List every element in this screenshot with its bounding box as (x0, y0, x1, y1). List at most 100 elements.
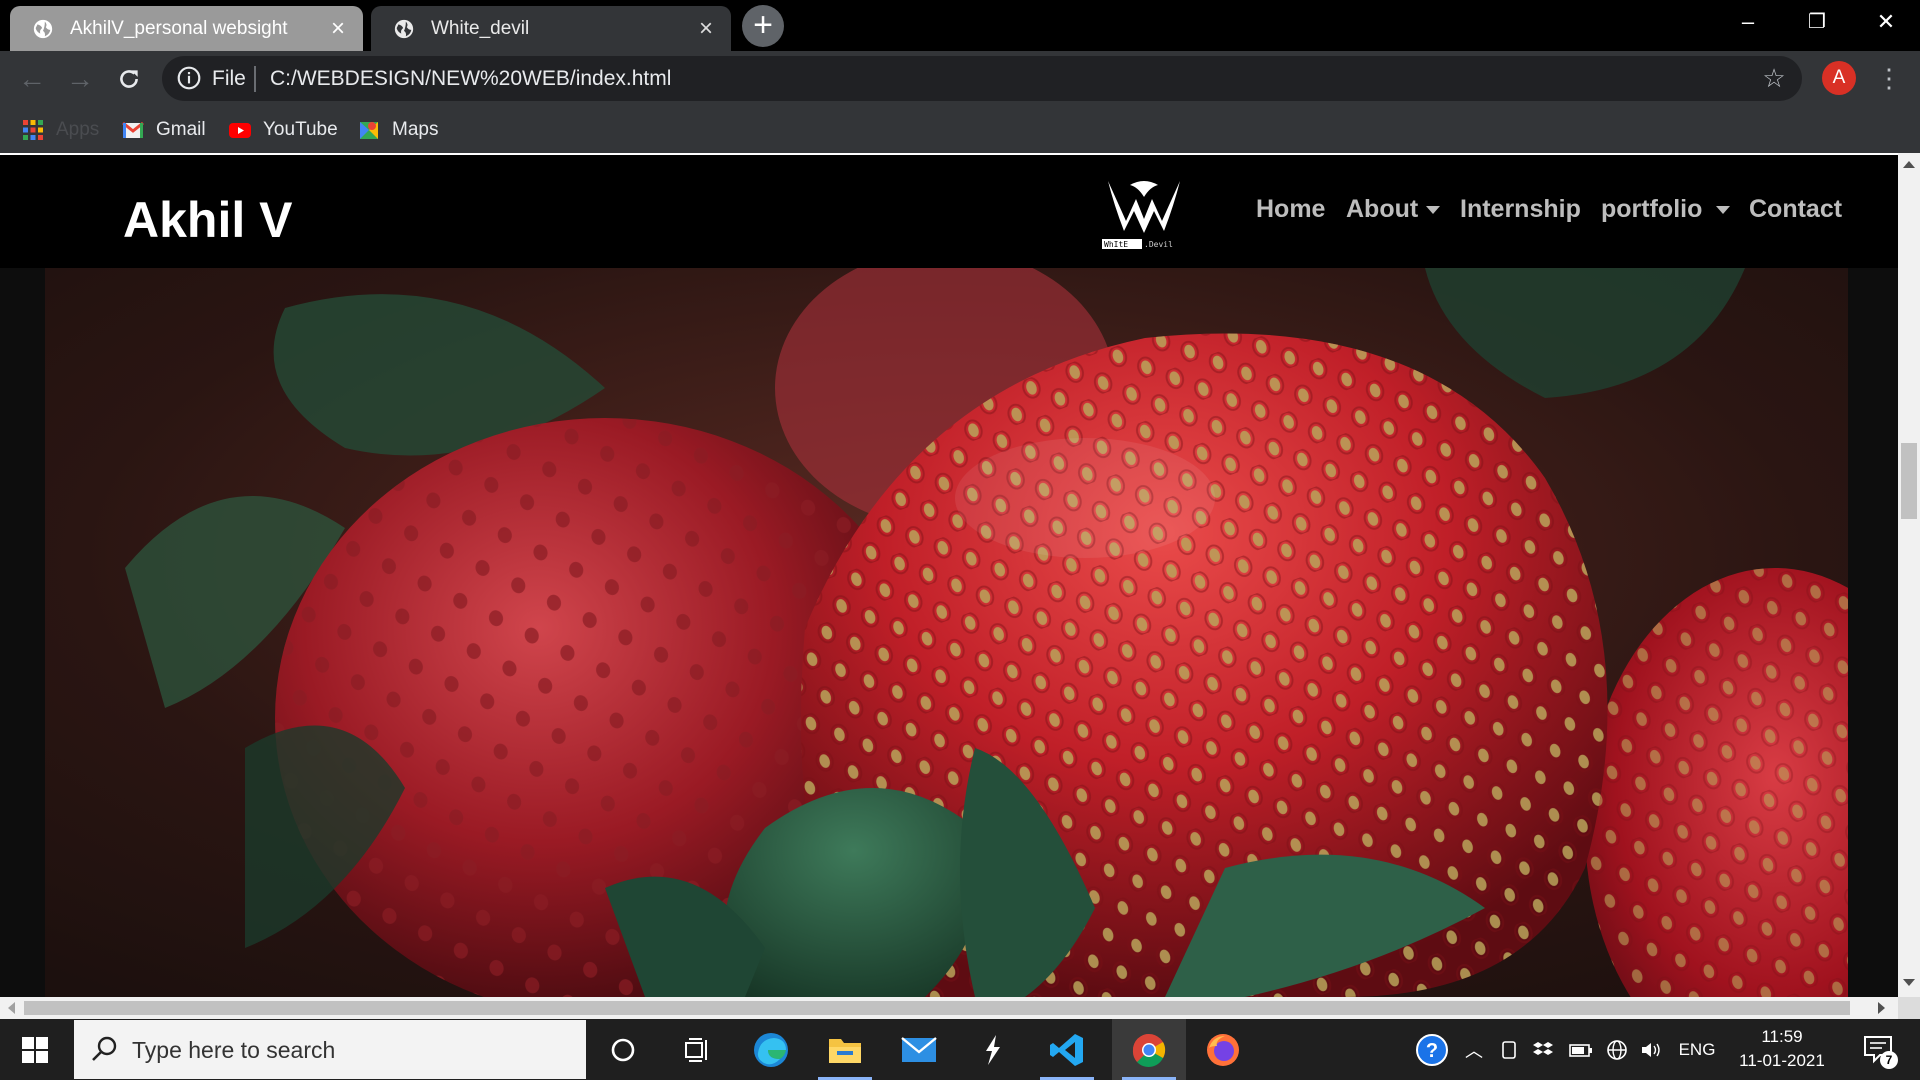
file-explorer-icon (829, 1038, 861, 1063)
dropbox-icon (1533, 1041, 1553, 1055)
vscode-icon[interactable] (1030, 1019, 1104, 1080)
scroll-thumb[interactable] (1901, 443, 1917, 519)
app-bolt-icon[interactable] (956, 1019, 1030, 1080)
nav-label: Internship (1460, 195, 1581, 223)
scroll-up-icon[interactable] (1903, 161, 1915, 168)
new-tab-button[interactable]: + (742, 5, 784, 47)
hero-margin (0, 268, 45, 997)
edge-icon[interactable] (734, 1019, 808, 1080)
bookmark-apps[interactable]: Apps (21, 114, 99, 146)
task-view-icon[interactable] (660, 1019, 734, 1080)
horizontal-scrollbar[interactable] (0, 997, 1898, 1019)
nav-contact[interactable]: Contact (1749, 195, 1842, 224)
notification-center-button[interactable]: 7 (1858, 1031, 1898, 1071)
nav-label: Contact (1749, 195, 1843, 223)
tab-strip: AkhilV_personal websight × White_devil ×… (0, 0, 1920, 51)
edge-icon (754, 1032, 788, 1067)
battery-icon (1569, 1043, 1592, 1057)
youtube-icon (229, 123, 251, 138)
star-icon[interactable]: ☆ (1760, 64, 1788, 92)
firefox-icon (1207, 1033, 1239, 1066)
scroll-thumb[interactable] (24, 1001, 1850, 1015)
info-icon[interactable] (176, 65, 202, 91)
nav-about[interactable]: About (1346, 195, 1441, 224)
device-icon (1502, 1040, 1516, 1059)
reload-icon (120, 70, 138, 88)
device-icon[interactable] (1494, 1019, 1524, 1080)
help-icon[interactable]: ? (1412, 1019, 1452, 1080)
volume-icon (1642, 1042, 1660, 1057)
menu-kebab-icon[interactable]: ⋮ (1876, 63, 1902, 95)
windows-logo-icon (22, 1037, 48, 1063)
network-globe-icon[interactable] (1602, 1019, 1632, 1080)
scheme-label: File (212, 67, 246, 90)
nav-label: About (1346, 195, 1419, 223)
forward-button[interactable]: → (62, 61, 98, 97)
bookmark-label: Apps (56, 119, 100, 140)
browser-toolbar: ← → File C:/WEBDESIGN/NEW%20WEB/index.ht… (0, 51, 1920, 106)
windows-taskbar: Type here to search ? ︿ ENG 11:59 11-01-… (0, 1019, 1920, 1080)
site-brand[interactable]: Akhil V (123, 191, 292, 249)
tab-white-devil[interactable]: White_devil × (371, 6, 731, 51)
chrome-icon (1132, 1033, 1166, 1067)
bookmark-youtube[interactable]: YouTube (228, 114, 338, 146)
battery-icon[interactable] (1566, 1019, 1596, 1080)
scroll-right-icon[interactable] (1878, 1002, 1885, 1014)
system-clock[interactable]: 11:59 11-01-2021 (1724, 1025, 1840, 1073)
nav-internship[interactable]: Internship (1460, 195, 1581, 224)
cortana-icon[interactable] (586, 1019, 660, 1080)
reload-button[interactable] (111, 61, 147, 97)
minimize-button[interactable]: – (1717, 0, 1779, 44)
bookmark-maps[interactable]: Maps (357, 114, 438, 146)
cortana-icon (611, 1038, 635, 1061)
maps-icon (360, 122, 378, 139)
nav-label: Home (1256, 195, 1326, 223)
white-devil-logo[interactable]: WhItE .Devil (1100, 175, 1188, 251)
search-icon (92, 1036, 117, 1061)
caret-down-icon (1426, 206, 1441, 215)
search-placeholder: Type here to search (132, 1037, 336, 1063)
scrollbar-corner (1898, 997, 1920, 1019)
hero-margin (1848, 268, 1898, 997)
help-icon: ? (1416, 1033, 1448, 1066)
profile-avatar[interactable]: A (1822, 61, 1856, 95)
app-bolt-icon (986, 1034, 1000, 1065)
language-indicator[interactable]: ENG (1672, 1019, 1722, 1080)
close-tab-icon[interactable]: × (327, 16, 349, 40)
scroll-down-icon[interactable] (1903, 979, 1915, 986)
bookmarks-bar: Apps Gmail YouTube Maps (0, 106, 1920, 153)
close-window-button[interactable]: ✕ (1855, 0, 1917, 44)
notification-badge: 7 (1880, 1051, 1898, 1069)
close-tab-icon[interactable]: × (695, 16, 717, 40)
globe-icon (394, 19, 414, 38)
bookmark-gmail[interactable]: Gmail (121, 114, 206, 146)
tab-akhilv-personal[interactable]: AkhilV_personal websight × (10, 6, 363, 51)
volume-icon[interactable] (1636, 1019, 1666, 1080)
back-button[interactable]: ← (14, 61, 50, 97)
mail-icon[interactable] (882, 1019, 956, 1080)
bookmark-label: YouTube (263, 119, 338, 140)
svg-text:?: ? (1426, 1040, 1438, 1062)
vertical-scrollbar[interactable] (1898, 153, 1920, 997)
start-button[interactable] (0, 1019, 72, 1080)
nav-home[interactable]: Home (1256, 195, 1325, 224)
firefox-icon[interactable] (1186, 1019, 1260, 1080)
nav-portfolio[interactable]: portfolio (1601, 195, 1731, 224)
clock-time: 11:59 (1761, 1027, 1803, 1046)
scroll-left-icon[interactable] (8, 1002, 15, 1014)
dropbox-icon[interactable] (1528, 1019, 1558, 1080)
taskbar-search[interactable]: Type here to search (74, 1020, 586, 1079)
task-view-icon (685, 1037, 707, 1062)
site-navbar: Akhil V WhItE .Devil Home About Internsh… (0, 155, 1898, 268)
tab-title: AkhilV_personal websight (70, 17, 288, 39)
chrome-icon[interactable] (1112, 1019, 1186, 1080)
chevron-up-icon[interactable]: ︿ (1462, 1019, 1486, 1080)
url-text[interactable]: C:/WEBDESIGN/NEW%20WEB/index.html (270, 67, 671, 91)
logo-text: WhItE (1104, 240, 1128, 249)
clock-date: 11-01-2021 (1739, 1051, 1825, 1070)
file-explorer-icon[interactable] (808, 1019, 882, 1080)
address-bar[interactable]: File C:/WEBDESIGN/NEW%20WEB/index.html ☆ (162, 56, 1802, 101)
nav-label: portfolio (1601, 195, 1703, 223)
bookmark-label: Gmail (156, 119, 206, 140)
restore-button[interactable]: ❐ (1786, 0, 1848, 44)
